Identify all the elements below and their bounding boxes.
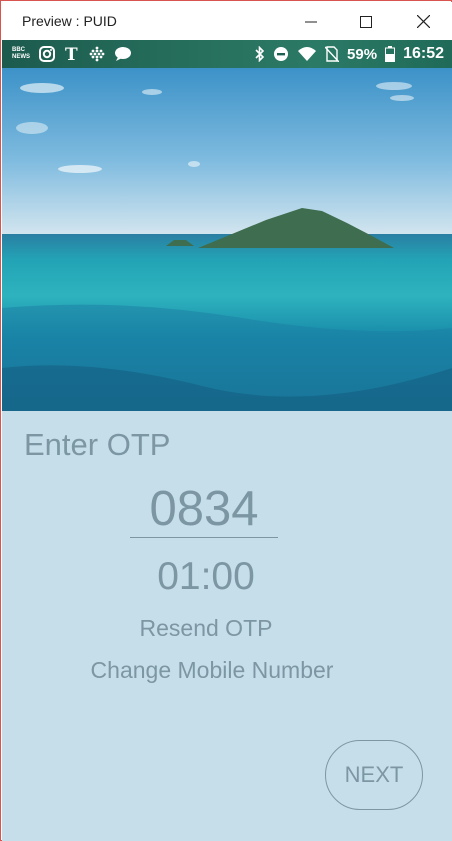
- chat-bubble-icon: [115, 47, 131, 61]
- news-label: NEWS: [12, 54, 30, 60]
- close-icon: [416, 15, 430, 28]
- no-sim-icon: [325, 46, 340, 62]
- wifi-icon: [298, 47, 317, 61]
- page-title: Enter OTP: [24, 427, 171, 462]
- maximize-icon: [360, 15, 372, 28]
- bluetooth-icon: [255, 46, 265, 62]
- maximize-button[interactable]: [343, 3, 389, 40]
- android-status-bar: BBC NEWS T 59% 16:52: [2, 40, 452, 68]
- instagram-icon: [39, 46, 55, 62]
- island-sea-illustration: [2, 68, 452, 411]
- minimize-button[interactable]: [288, 3, 334, 40]
- app-window: Preview : PUID BBC NEWS T 59% 16:52 Ente…: [0, 0, 452, 841]
- window-title: Preview : PUID: [22, 13, 117, 29]
- svg-text:T: T: [65, 45, 78, 63]
- clock: 16:52: [403, 45, 444, 62]
- minimize-icon: [305, 21, 317, 22]
- do-not-disturb-icon: [274, 47, 289, 61]
- change-mobile-number-link[interactable]: Change Mobile Number: [2, 657, 422, 684]
- header-image: [2, 68, 452, 411]
- otp-panel: Enter OTP 0834 01:00 Resend OTP Change M…: [2, 411, 452, 841]
- bbc-news-icon: BBC NEWS: [12, 47, 30, 61]
- dots-grid-icon: [89, 46, 105, 62]
- title-bar: Preview : PUID: [2, 2, 452, 40]
- resend-otp-link[interactable]: Resend OTP: [2, 615, 410, 642]
- close-button[interactable]: [400, 3, 446, 40]
- battery-icon: [385, 46, 396, 62]
- bbc-label: BBC: [12, 47, 25, 53]
- countdown-timer: 01:00: [157, 555, 255, 598]
- battery-percent: 59%: [347, 45, 378, 63]
- otp-input-underline: [130, 537, 278, 538]
- nytimes-icon: T: [65, 45, 78, 63]
- next-button[interactable]: NEXT: [325, 740, 423, 810]
- otp-input[interactable]: 0834: [130, 481, 278, 537]
